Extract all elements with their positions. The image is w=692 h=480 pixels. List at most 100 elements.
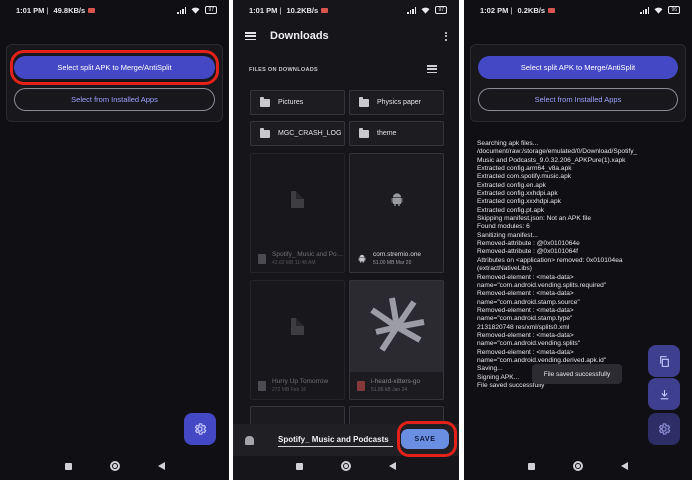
- wifi-icon: [422, 7, 430, 14]
- log-line: Extracted config.en.apk: [477, 181, 546, 189]
- document-icon: [291, 318, 304, 335]
- status-bar: 1:01 PM | 10.2KB/s 97: [233, 0, 459, 20]
- recents-button[interactable]: [64, 462, 72, 470]
- status-time: 1:01 PM: [16, 5, 45, 15]
- signal-icon: [407, 6, 417, 14]
- battery-icon: 96: [668, 6, 680, 14]
- select-split-apk-button[interactable]: Select split APK to Merge/AntiSplit: [478, 56, 678, 79]
- log-line: Removed-attribute : @0x0101064f: [477, 248, 578, 256]
- phone-screen-antisplit-start: 1:01 PM | 49.8KB/s 97 Select split APK t…: [0, 0, 229, 480]
- back-button[interactable]: [621, 462, 628, 470]
- folder-icon: [260, 127, 270, 138]
- log-line: Found modules: 6: [477, 223, 530, 231]
- file-date: Mar 20: [395, 260, 412, 266]
- log-line: Removed-element : <meta-data>: [477, 306, 574, 314]
- filename-input[interactable]: [278, 433, 393, 447]
- document-icon: [291, 191, 304, 208]
- log-line: name="com.android.stamp.type": [477, 315, 573, 323]
- recents-button[interactable]: [528, 462, 535, 470]
- log-line: Sanitizing manifest...: [477, 231, 538, 239]
- log-line: Attributes on <application> removed: 0x0…: [477, 256, 623, 264]
- file-size: 272 MB: [272, 387, 290, 393]
- back-button[interactable]: [389, 462, 396, 470]
- status-net-speed: 0.2KB/s: [517, 5, 545, 15]
- home-button[interactable]: [573, 461, 583, 471]
- file-date: Jan 24: [392, 387, 408, 393]
- log-line: Removed-element : <meta-data>: [477, 273, 574, 281]
- toast-message: File saved successfully: [532, 364, 622, 384]
- wifi-icon: [192, 7, 200, 14]
- antisplit-card: Select split APK to Merge/AntiSplit Sele…: [6, 44, 223, 122]
- recents-button[interactable]: [296, 462, 303, 470]
- file-date: 11:48 AM: [294, 260, 316, 266]
- folder-label: Pictures: [278, 99, 304, 106]
- app-bar: Downloads: [233, 22, 459, 50]
- antisplit-card: Select split APK to Merge/AntiSplit Sele…: [470, 44, 686, 122]
- folder-label: MGC_CRASH_LOG: [278, 130, 342, 137]
- settings-button[interactable]: [184, 413, 216, 445]
- file-name: Hurry Up Tomorrow: [272, 378, 329, 385]
- system-nav-bar: [233, 458, 459, 474]
- status-bar: 1:01 PM | 49.8KB/s 97: [0, 0, 229, 20]
- image-thumbnail: [350, 281, 443, 372]
- notification-icon: [88, 7, 96, 13]
- log-line: Extracted config.pt.apk: [477, 206, 545, 214]
- notification-icon: [548, 7, 555, 13]
- log-line: Extracted com.spotify.music.apk: [477, 173, 572, 181]
- folder-item[interactable]: theme: [349, 121, 444, 146]
- select-installed-apps-button[interactable]: Select from Installed Apps: [478, 88, 678, 111]
- folder-item[interactable]: Physics paper: [349, 90, 444, 115]
- gear-icon: [194, 423, 207, 435]
- file-size: 51.86 kB: [371, 387, 391, 393]
- log-line: name="com.android.vending.splits": [477, 340, 581, 348]
- system-nav-bar: [464, 458, 692, 474]
- more-options-icon[interactable]: [445, 31, 447, 41]
- file-item[interactable]: com.stremio.one 51.00 MB Mar 20: [349, 153, 444, 273]
- abstract-logo-image: [369, 296, 425, 352]
- image-file-icon: [357, 380, 365, 391]
- home-button[interactable]: [341, 461, 351, 471]
- copy-log-button[interactable]: [648, 345, 680, 377]
- file-item[interactable]: i-heard-xitters-go 51.86 kB Jan 24: [349, 280, 444, 400]
- log-line: Removed-attribute : @0x0101064e: [477, 240, 580, 248]
- folder-item[interactable]: Pictures: [250, 90, 345, 115]
- process-log: Searching apk files.../document/raw:/sto…: [477, 140, 677, 390]
- select-installed-apps-button[interactable]: Select from Installed Apps: [14, 88, 215, 111]
- log-line: Skipping manifest.json: Not an APK file: [477, 215, 591, 223]
- phone-screen-downloads: 1:01 PM | 10.2KB/s 97 Downloads FILES ON…: [233, 0, 459, 480]
- file-date: Feb 16: [290, 387, 307, 393]
- notification-icon: [321, 7, 329, 13]
- log-line: Extracted config.arm64_v8a.apk: [477, 165, 572, 173]
- file-item[interactable]: [250, 406, 345, 426]
- status-net-speed: 10.2KB/s: [286, 5, 319, 15]
- file-item[interactable]: Spotify_ Music and Podcasts 42.62 MB 11:…: [250, 153, 345, 273]
- signal-icon: [177, 6, 187, 14]
- download-icon: [660, 389, 668, 399]
- battery-icon: 97: [205, 6, 217, 14]
- log-line: Removed-element : <meta-data>: [477, 290, 574, 298]
- document-icon: [258, 380, 266, 391]
- download-log-button[interactable]: [648, 378, 680, 410]
- log-line: Extracted config.xxxhdpi.apk: [477, 198, 561, 206]
- phone-screen-antisplit-log: 1:02 PM | 0.2KB/s 96 Select split APK to…: [464, 0, 692, 480]
- gear-icon: [658, 423, 671, 435]
- menu-icon[interactable]: [245, 32, 256, 40]
- log-line: /document/raw:/storage/emulated/0/Downlo…: [477, 148, 638, 156]
- folder-item[interactable]: MGC_CRASH_LOG: [250, 121, 345, 146]
- back-button[interactable]: [157, 462, 165, 470]
- file-item[interactable]: Hurry Up Tomorrow 272 MB Feb 16: [250, 280, 345, 400]
- status-time: 1:02 PM: [480, 5, 509, 15]
- android-icon: [391, 192, 402, 206]
- log-line: name="com.android.stamp.source": [477, 298, 580, 306]
- folder-icon: [359, 127, 369, 138]
- file-name: com.stremio.one: [373, 251, 422, 258]
- file-size: 42.62 MB: [272, 260, 294, 266]
- save-button[interactable]: SAVE: [401, 429, 449, 449]
- settings-button[interactable]: [648, 413, 680, 445]
- select-split-apk-button[interactable]: Select split APK to Merge/AntiSplit: [14, 56, 215, 79]
- log-line: Removed-element : <meta-data>: [477, 331, 574, 339]
- home-button[interactable]: [109, 461, 120, 471]
- log-line: (extractNativeLibs): [477, 265, 532, 273]
- signal-icon: [640, 6, 650, 14]
- list-view-icon[interactable]: [427, 65, 437, 73]
